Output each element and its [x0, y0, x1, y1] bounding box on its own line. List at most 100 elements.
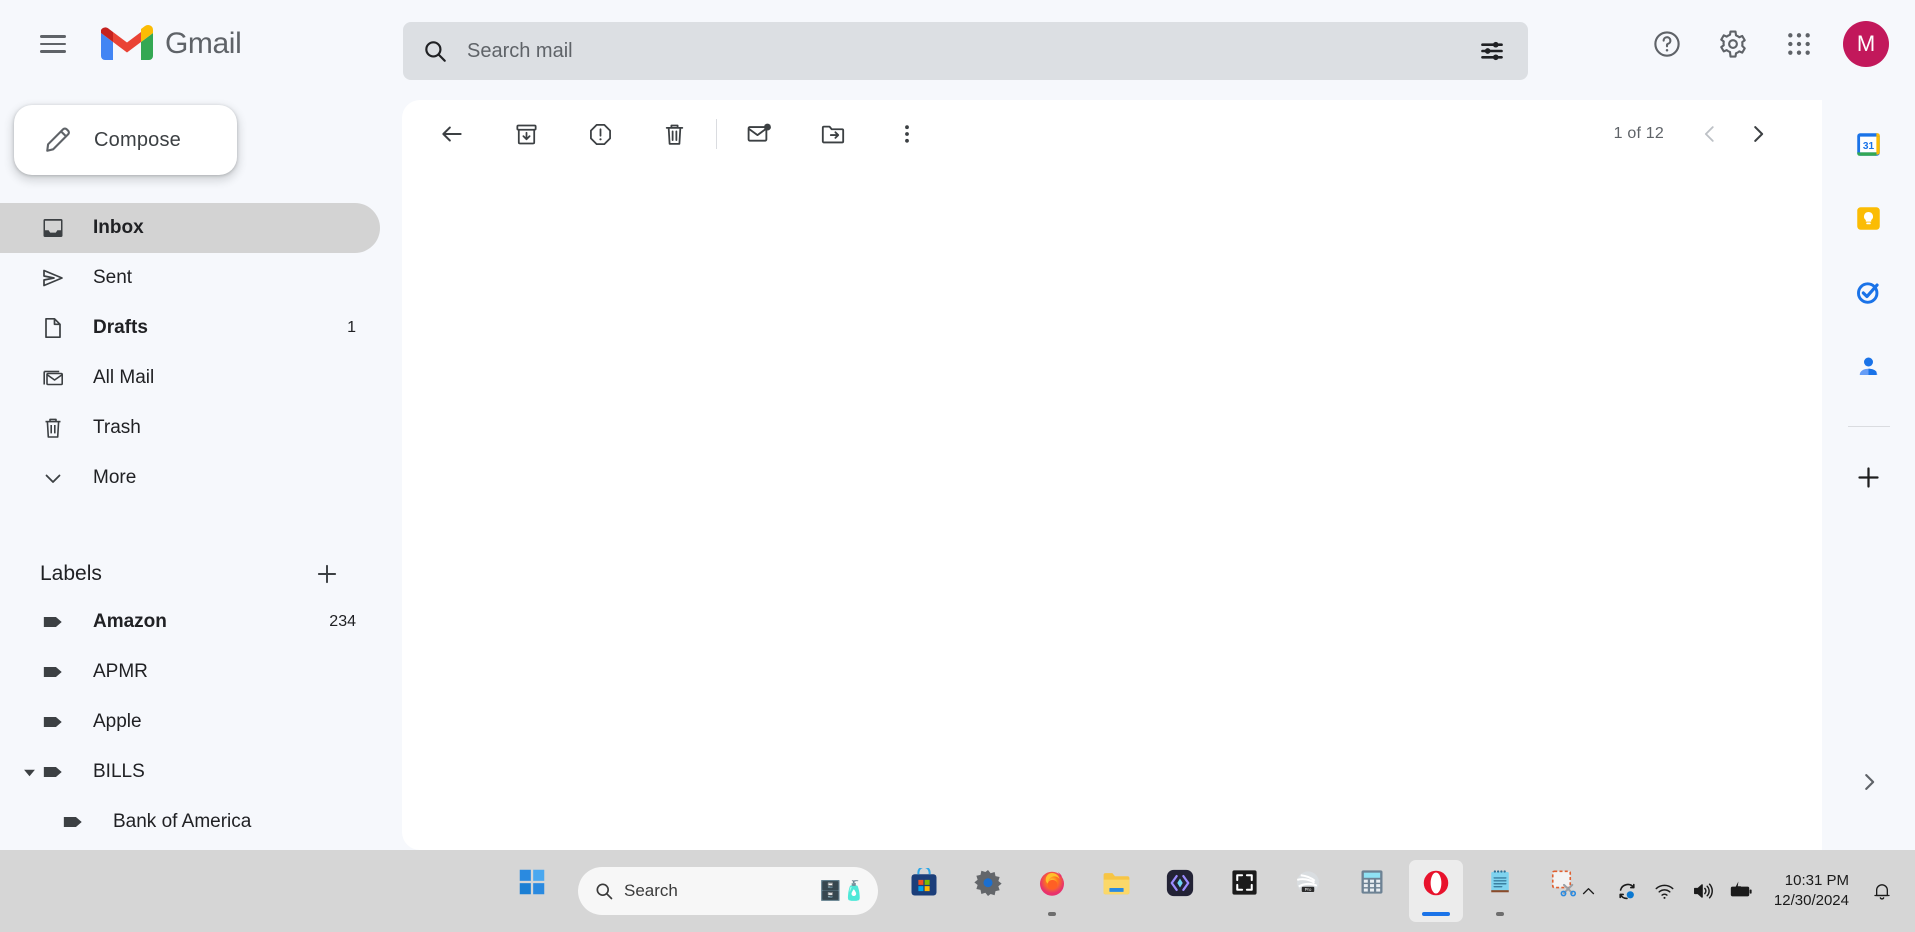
label-item-label: Bank of America [113, 811, 252, 832]
sidebar-item-label: All Mail [93, 367, 155, 388]
delete-button[interactable] [648, 108, 700, 160]
google-contacts-icon[interactable] [1843, 340, 1895, 392]
label-item-bank-of-america[interactable]: Bank of America [0, 797, 380, 847]
label-item-apmr[interactable]: APMR [0, 647, 380, 697]
sidebar-item-label: Inbox [93, 217, 144, 238]
microsoft-store-icon[interactable] [897, 860, 951, 922]
trash-icon [40, 416, 66, 440]
firefox-icon[interactable] [1025, 860, 1079, 922]
compose-button[interactable]: Compose [14, 105, 237, 175]
system-tray: 10:31 PM 12/30/2024 [1572, 868, 1899, 914]
windows-taskbar: Search 🗄️🧴 Pro 10:31 PM 12/30/2024 [0, 850, 1915, 932]
file-explorer-icon[interactable] [1089, 860, 1143, 922]
sidebar-item-inbox[interactable]: Inbox [0, 203, 380, 253]
send-icon [40, 266, 66, 290]
windows-start-icon[interactable] [505, 860, 559, 922]
label-item-bills[interactable]: BILLS [0, 747, 380, 797]
label-expand-caret-icon[interactable] [18, 766, 40, 779]
settings-gear-icon[interactable] [1705, 16, 1761, 72]
clock-time: 10:31 PM [1784, 871, 1849, 889]
gmail-brand[interactable]: Gmail [101, 24, 242, 64]
svg-text:31: 31 [1863, 141, 1875, 152]
label-item-amazon[interactable]: Amazon 234 [0, 597, 380, 647]
running-indicator [1048, 912, 1056, 916]
archive-button[interactable] [500, 108, 552, 160]
pagination-range: 1 of 12 [1613, 125, 1664, 142]
chevron-right-icon[interactable] [1845, 758, 1893, 806]
label-tag-icon [40, 761, 66, 783]
google-tasks-icon[interactable] [1843, 266, 1895, 318]
search-input[interactable] [459, 39, 1468, 63]
running-indicator [1496, 912, 1504, 916]
label-tag-icon [40, 711, 66, 733]
windows-search-box[interactable]: Search 🗄️🧴 [578, 867, 878, 915]
draft-icon [40, 316, 66, 340]
google-apps-grid-icon[interactable] [1771, 16, 1827, 72]
sidebar-item-trash[interactable]: Trash [0, 403, 380, 453]
avatar[interactable]: M [1843, 21, 1889, 67]
google-keep-icon[interactable] [1843, 192, 1895, 244]
topbar-actions: M [1639, 16, 1893, 72]
gmail-wordmark: Gmail [165, 27, 242, 60]
side-panel-divider [1847, 426, 1890, 427]
label-item-label: Apple [93, 711, 142, 732]
google-calendar-icon[interactable]: 31 [1843, 118, 1895, 170]
sidebar-item-label: Sent [93, 267, 133, 288]
sidebar-item-drafts[interactable]: Drafts 1 [0, 303, 380, 353]
avatar-initial: M [1856, 31, 1876, 56]
notepad-icon[interactable] [1473, 860, 1527, 922]
message-view-panel: 1 of 12 [402, 100, 1822, 850]
mark-unread-button[interactable] [733, 108, 785, 160]
search-icon [594, 881, 614, 901]
volume-icon[interactable] [1686, 868, 1720, 914]
settings-gear-icon[interactable] [961, 860, 1015, 922]
cleaning-illustration-icon: 🗄️🧴 [818, 880, 866, 902]
report-spam-button[interactable] [574, 108, 626, 160]
plus-icon[interactable] [314, 561, 340, 587]
sidebar-item-label: More [93, 467, 137, 488]
google-earth-pro-icon[interactable]: Pro [1281, 860, 1335, 922]
move-to-button[interactable] [807, 108, 859, 160]
pagination-prev-button[interactable] [1686, 110, 1734, 158]
chevron-up-icon[interactable] [1572, 868, 1606, 914]
sidebar-item-sent[interactable]: Sent [0, 253, 380, 303]
support-icon[interactable] [1639, 16, 1695, 72]
pagination: 1 of 12 [1614, 110, 1822, 158]
wifi-icon[interactable] [1648, 868, 1682, 914]
sidebar-item-all-mail[interactable]: All Mail [0, 353, 380, 403]
more-options-button[interactable] [881, 108, 933, 160]
compose-label: Compose [94, 128, 181, 151]
tune-icon[interactable] [1468, 27, 1516, 75]
calculator-icon[interactable] [1345, 860, 1399, 922]
label-item-label: BILLS [93, 761, 145, 782]
google-side-panel: 31 [1822, 100, 1915, 850]
battery-charging-icon[interactable] [1724, 868, 1758, 914]
labels-list: Amazon 234 APMR Apple BILLS Bank of Amer… [0, 597, 380, 847]
message-toolbar: 1 of 12 [402, 100, 1822, 168]
bell-icon[interactable] [1865, 868, 1899, 914]
back-to-inbox-button[interactable] [426, 108, 478, 160]
svg-text:Pro: Pro [1305, 887, 1312, 892]
sidebar-item-more[interactable]: More [0, 453, 380, 503]
dark-app-icon[interactable] [1153, 860, 1207, 922]
search-bar[interactable] [403, 22, 1528, 80]
main-menu-button[interactable] [25, 16, 81, 72]
plus-icon[interactable] [1843, 451, 1895, 503]
snipping-frame-icon[interactable] [1217, 860, 1271, 922]
windows-search-placeholder: Search [624, 881, 678, 900]
gmail-logo-icon [101, 24, 153, 60]
label-item-apple[interactable]: Apple [0, 697, 380, 747]
label-tag-icon [40, 661, 66, 683]
toolbar-divider [716, 119, 717, 149]
gmail-top-bar: Gmail Search mail M [0, 0, 1915, 88]
label-tag-icon [40, 611, 66, 633]
clock[interactable]: 10:31 PM 12/30/2024 [1774, 871, 1849, 912]
inbox-icon [40, 216, 66, 240]
labels-header: Labels [0, 551, 380, 597]
active-indicator [1422, 912, 1450, 916]
opera-icon[interactable] [1409, 860, 1463, 922]
search-icon[interactable] [411, 27, 459, 75]
onedrive-sync-icon[interactable] [1610, 868, 1644, 914]
pagination-next-button[interactable] [1734, 110, 1782, 158]
labels-title: Labels [40, 562, 102, 585]
